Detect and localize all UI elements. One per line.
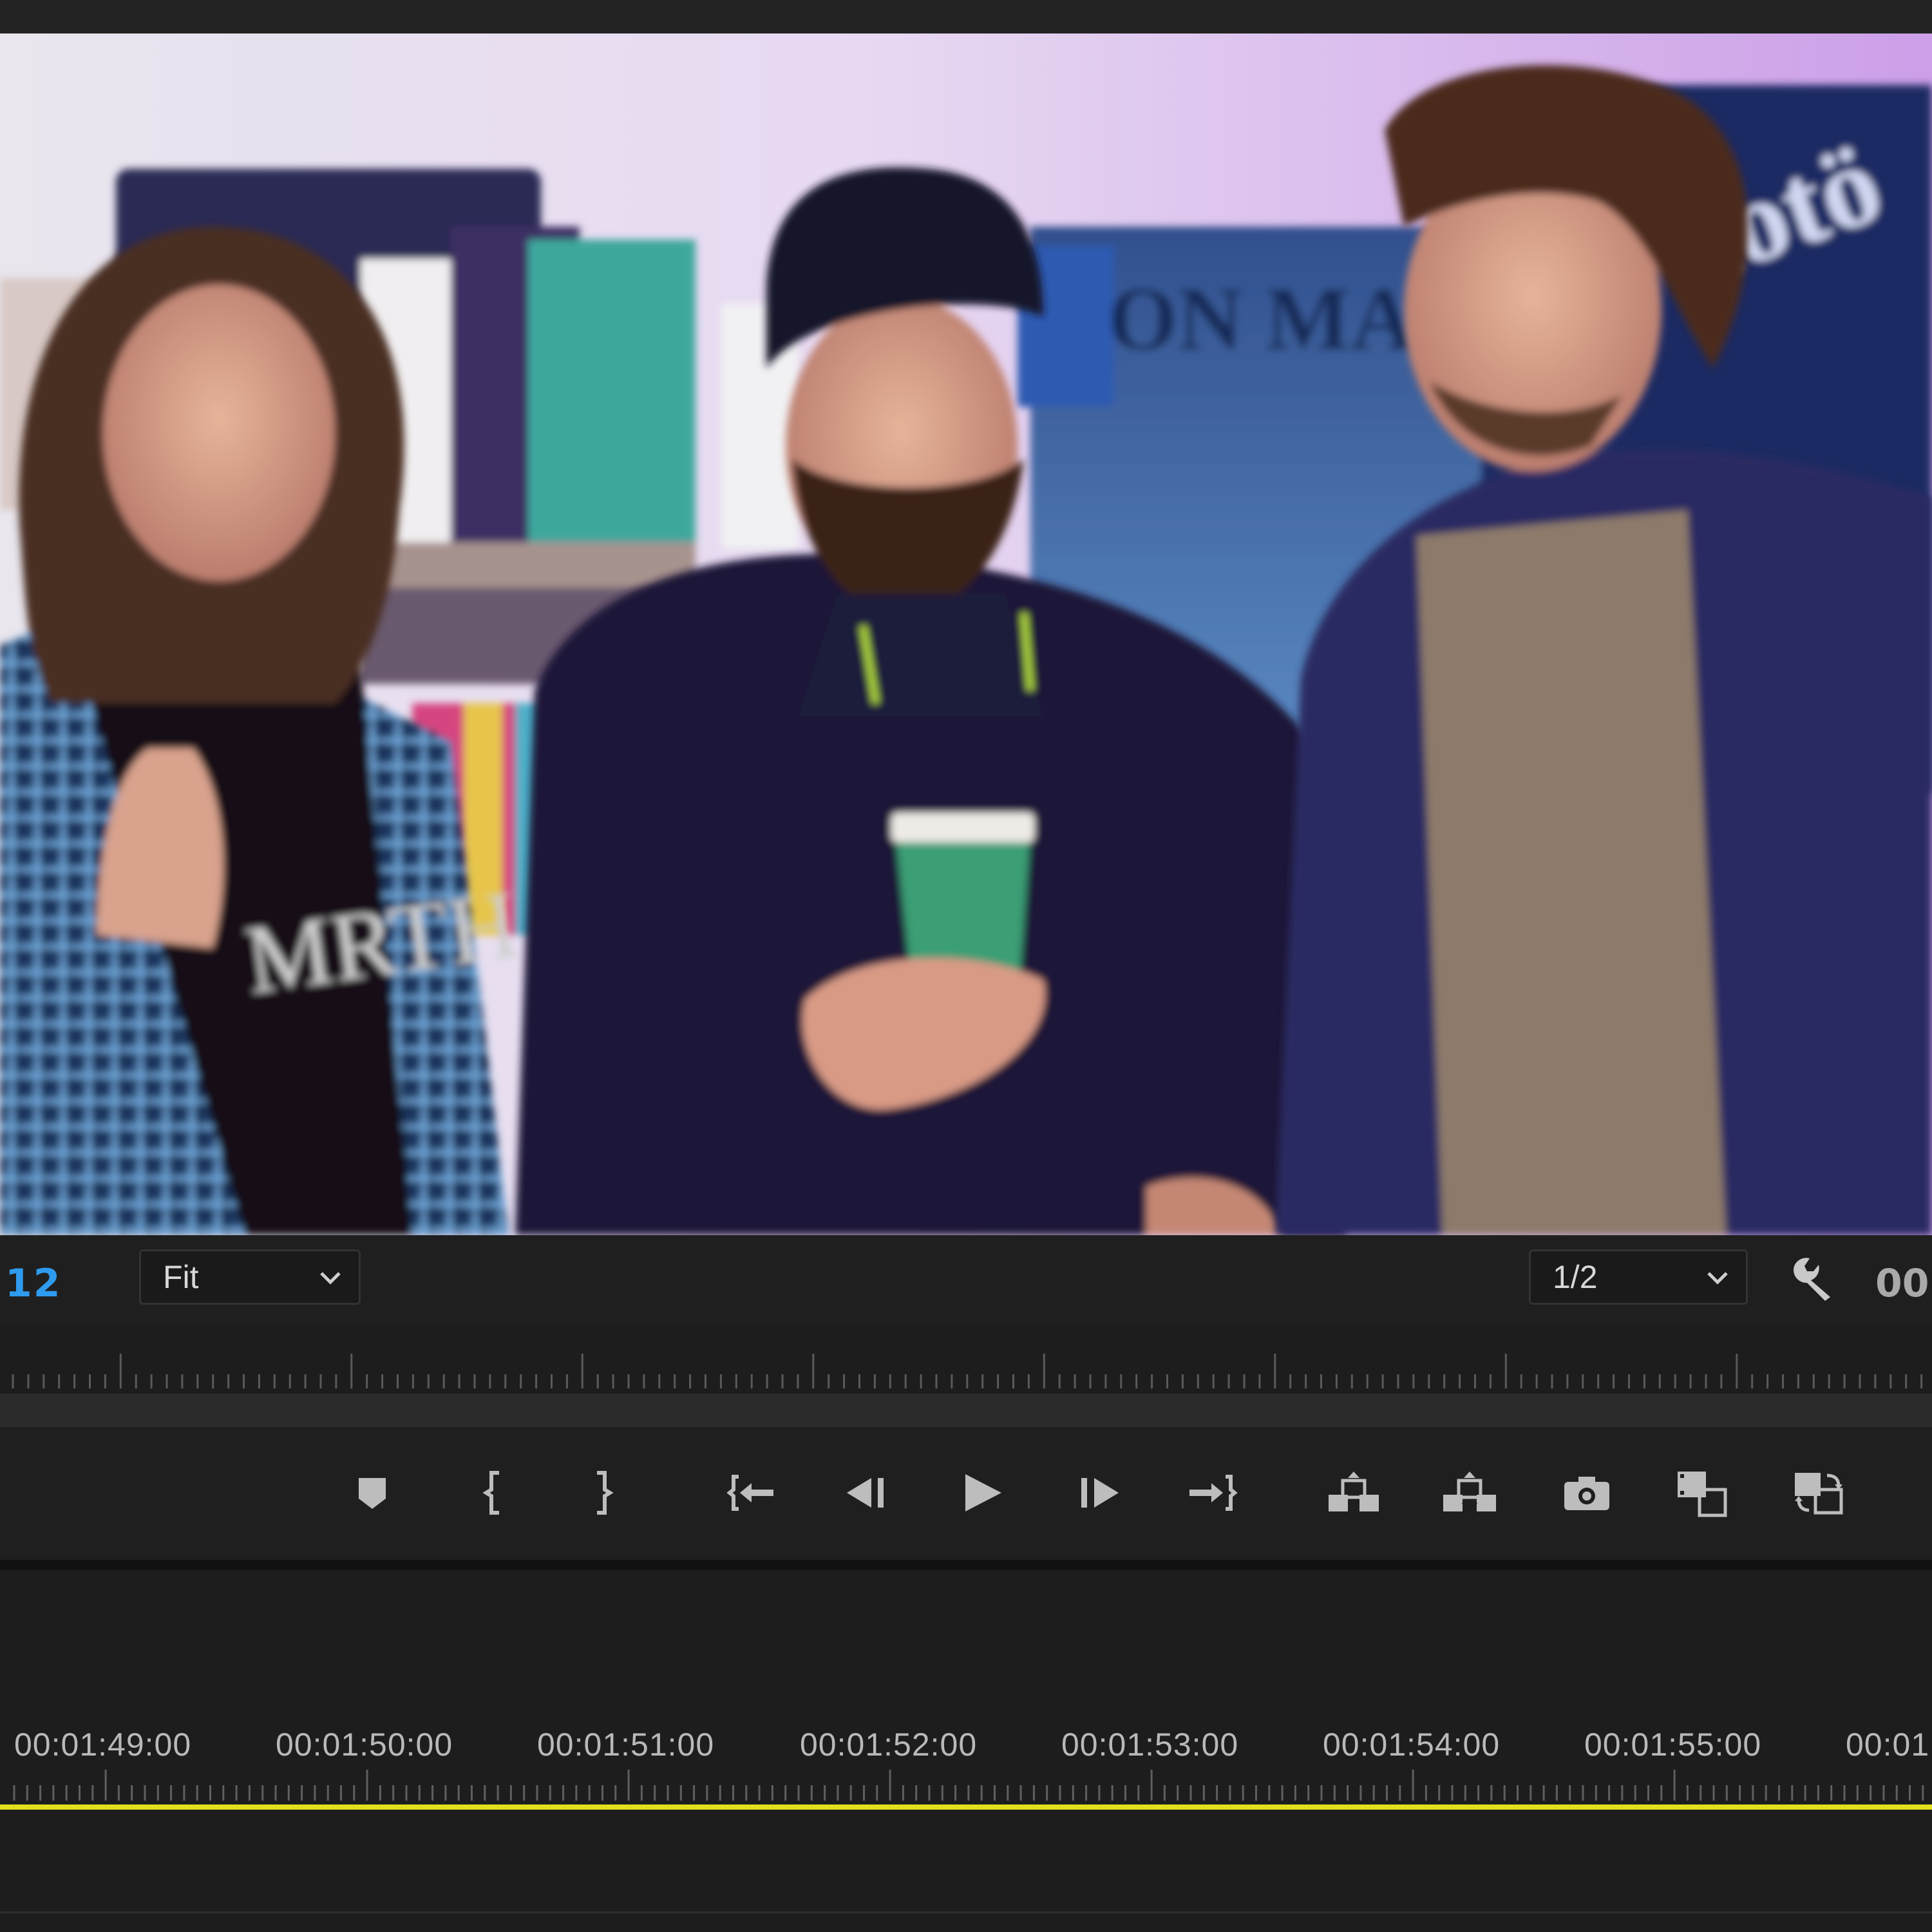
panel-top-strip (0, 0, 1932, 33)
timeline-timecode-label: 00:01:55:00 (1584, 1727, 1762, 1763)
step-forward-icon (1081, 1478, 1119, 1508)
monitor-control-bar: 12 Fit 1/2 00 (0, 1235, 1932, 1323)
timeline-timecode-label: 00:01:50:00 (276, 1727, 453, 1763)
lift-button[interactable] (1321, 1461, 1386, 1525)
chevron-down-icon (1707, 1272, 1728, 1285)
add-marker-button[interactable] (340, 1461, 404, 1525)
duration-timecode: 00 (1875, 1261, 1929, 1306)
play-button[interactable] (949, 1461, 1014, 1525)
go-to-in-button[interactable] (720, 1461, 784, 1525)
mark-out-button[interactable] (569, 1461, 634, 1525)
playback-resolution-value: 1/2 (1553, 1259, 1598, 1295)
zoom-level-dropdown[interactable]: Fit (139, 1249, 361, 1305)
work-area-bar[interactable] (0, 1804, 1932, 1810)
chevron-down-icon (320, 1272, 341, 1285)
step-forward-button[interactable] (1066, 1461, 1131, 1525)
timeline-track-divider (0, 1911, 1932, 1913)
svg-text:ON MA: ON MA (1108, 269, 1416, 369)
timeline-timecode-label: 00:01:51:00 (537, 1727, 715, 1763)
go-to-out-button[interactable] (1180, 1461, 1244, 1525)
toggle-proxies-button[interactable] (1786, 1461, 1851, 1525)
transport-controls (0, 1427, 1932, 1560)
step-back-icon (847, 1478, 884, 1508)
marker-icon (359, 1478, 386, 1509)
camera-icon (1564, 1477, 1609, 1510)
monitor-zoom-scrollbar[interactable] (0, 1394, 1932, 1427)
play-icon (965, 1474, 1001, 1511)
export-frame-button[interactable] (1555, 1461, 1619, 1525)
mark-out-icon (597, 1471, 614, 1515)
go-to-in-icon (726, 1475, 773, 1511)
proxy-toggle-icon (1795, 1473, 1843, 1515)
wrench-icon[interactable] (1785, 1252, 1837, 1303)
extract-button[interactable] (1437, 1461, 1502, 1525)
timeline-timecode-label: 00:01:54:00 (1323, 1727, 1501, 1763)
playhead-timecode[interactable]: 12 (5, 1261, 62, 1306)
timeline-timecode-label: 00:01:52:00 (800, 1727, 978, 1763)
timeline-ruler-ticks[interactable] (0, 1763, 1932, 1802)
go-to-out-icon (1189, 1475, 1238, 1511)
mark-in-button[interactable] (462, 1461, 527, 1525)
playback-resolution-dropdown[interactable]: 1/2 (1529, 1249, 1748, 1305)
comparison-view-button[interactable] (1669, 1461, 1734, 1525)
step-back-button[interactable] (835, 1461, 899, 1525)
lift-icon (1329, 1472, 1379, 1511)
comparison-view-icon (1678, 1472, 1727, 1517)
timeline-panel[interactable]: 00:01:49:00 00:01:50:00 00:01:51:00 00:0… (0, 1570, 1932, 1932)
zoom-level-value: Fit (163, 1259, 199, 1295)
extract-icon (1443, 1472, 1496, 1511)
mark-in-icon (482, 1471, 499, 1515)
monitor-time-ruler[interactable] (0, 1323, 1932, 1394)
video-preview: ON MA lotö MRTH (0, 33, 1932, 1235)
timeline-timecode-label: 00:01:49:00 (14, 1727, 192, 1763)
timeline-timecode-label: 00:01:53:00 (1061, 1727, 1239, 1763)
timeline-timecode-label: 00:01 (1846, 1727, 1930, 1763)
panel-divider (0, 1560, 1932, 1570)
